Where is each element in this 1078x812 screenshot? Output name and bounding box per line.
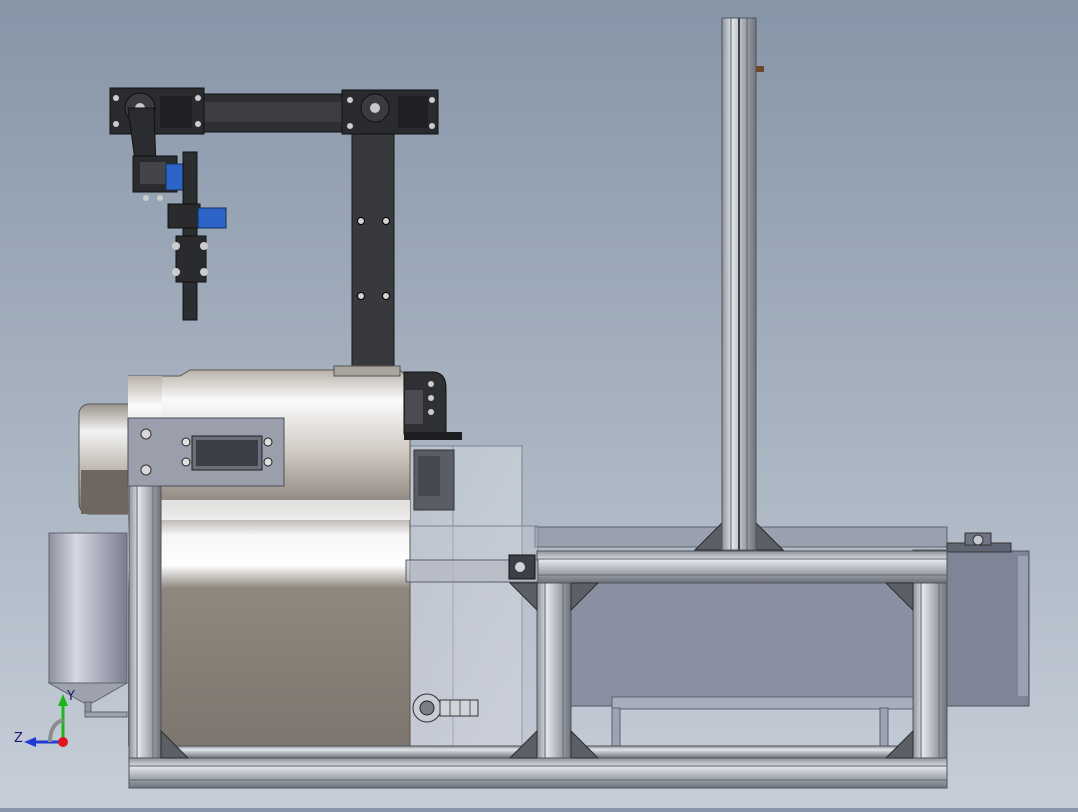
assembly-drawing	[47, 17, 1030, 789]
z-axis-arrowhead	[24, 737, 36, 747]
z-axis-label: Z	[14, 731, 23, 746]
tall-upright	[721, 17, 764, 551]
cad-viewport[interactable]: Y Z	[0, 0, 1078, 808]
control-box	[127, 417, 285, 487]
y-axis-label: Y	[66, 689, 75, 704]
robot-arm	[109, 87, 439, 377]
servo-bracket	[403, 371, 462, 440]
origin-marker	[58, 737, 68, 747]
pillow-block	[946, 532, 1012, 553]
arm-servo	[109, 87, 205, 135]
arm-servo	[341, 89, 439, 135]
coordinate-triad: Y Z	[14, 689, 75, 747]
